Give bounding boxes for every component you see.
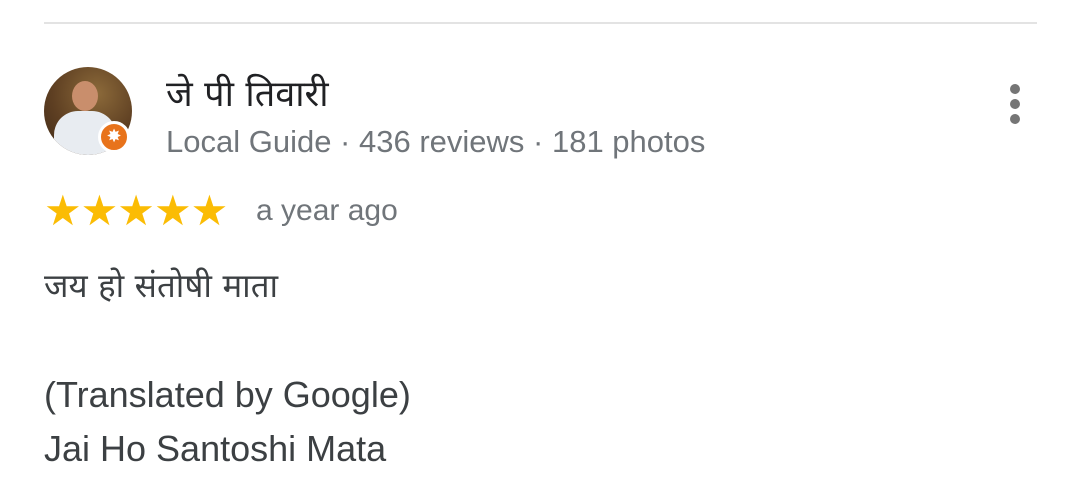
more-options-button[interactable] (998, 80, 1034, 128)
more-vert-icon (1010, 114, 1020, 124)
avatar-figure-head (72, 81, 98, 111)
more-vert-icon (1010, 99, 1020, 109)
translated-by-google-label: (Translated by Google) (44, 374, 411, 415)
review-translated-text: Jai Ho Santoshi Mata (44, 428, 387, 469)
star-rating: ★★★★★ (44, 186, 228, 235)
review-original-text: जय हो संतोषी माता (44, 266, 279, 305)
review-time: a year ago (256, 194, 398, 227)
author-name[interactable]: जे पी तिवारी (166, 68, 329, 117)
local-guide-badge-icon: ✸ (98, 121, 130, 153)
review-card: ✸ जे पी तिवारी Local Guide · 436 reviews… (0, 0, 1080, 491)
author-meta: Local Guide · 436 reviews · 181 photos (166, 124, 706, 159)
more-vert-icon (1010, 84, 1020, 94)
divider (44, 22, 1037, 24)
